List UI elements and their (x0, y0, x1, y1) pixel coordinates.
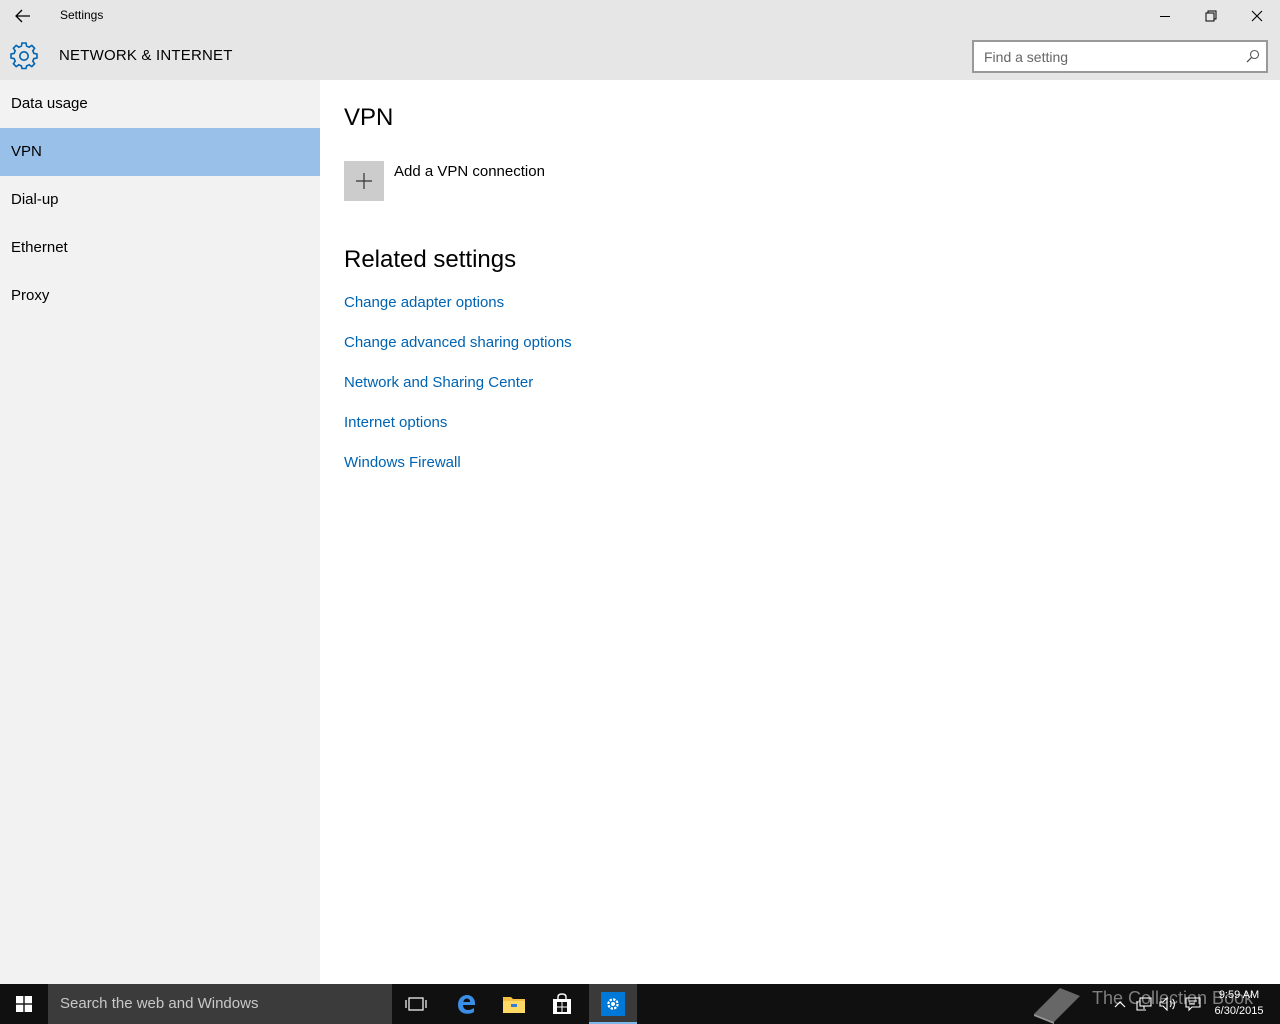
clock-date: 6/30/2015 (1214, 1005, 1264, 1017)
plus-icon (356, 173, 372, 189)
section-title-network: NETWORK & INTERNET (59, 47, 233, 64)
taskbar: Search the web and Windows The Collectio… (0, 984, 1280, 1024)
store-bag-icon (553, 993, 571, 1014)
related-settings-heading: Related settings (344, 246, 517, 273)
add-vpn-label: Add a VPN connection (394, 163, 545, 180)
network-icon (1136, 997, 1152, 1011)
taskbar-search-box[interactable]: Search the web and Windows (48, 984, 392, 1024)
find-setting-input[interactable] (974, 42, 1244, 71)
book-icon (1034, 988, 1080, 1024)
taskbar-clock[interactable]: 9:59 AM 6/30/2015 (1206, 987, 1272, 1019)
store-button[interactable] (538, 984, 586, 1024)
link-change-advanced-sharing-options[interactable]: Change advanced sharing options (344, 334, 572, 351)
edge-button[interactable] (442, 984, 490, 1024)
windows-logo-icon (16, 996, 32, 1012)
start-button[interactable] (0, 984, 48, 1024)
speaker-icon (1159, 997, 1175, 1011)
edge-icon (458, 995, 475, 1014)
task-view-button[interactable] (392, 984, 440, 1024)
file-explorer-button[interactable] (490, 984, 538, 1024)
action-center-button[interactable] (1181, 984, 1205, 1024)
sidebar-item-ethernet[interactable]: Ethernet (0, 224, 320, 272)
settings-app-tile (601, 992, 625, 1016)
restore-icon (1205, 10, 1217, 22)
link-internet-options[interactable]: Internet options (344, 414, 447, 431)
sidebar-item-data-usage[interactable]: Data usage (0, 80, 320, 128)
gear-icon (607, 998, 619, 1010)
volume-tray-button[interactable] (1156, 984, 1180, 1024)
folder-icon (503, 997, 525, 1013)
sidebar-item-proxy[interactable]: Proxy (0, 272, 320, 320)
settings-header: NETWORK & INTERNET (0, 32, 1280, 80)
back-button[interactable] (0, 0, 46, 32)
main-content: VPN Add a VPN connection Related setting… (320, 80, 1280, 984)
link-change-adapter-options[interactable]: Change adapter options (344, 294, 504, 311)
add-tile[interactable] (344, 161, 384, 201)
sidebar-nav: Data usage VPN Dial-up Ethernet Proxy (0, 80, 320, 984)
chevron-up-icon (1114, 1001, 1126, 1008)
search-box[interactable] (972, 40, 1268, 73)
notification-icon (1185, 996, 1201, 1011)
link-windows-firewall[interactable]: Windows Firewall (344, 454, 461, 471)
close-icon (1251, 10, 1263, 22)
add-vpn-connection-button[interactable]: Add a VPN connection (344, 161, 604, 201)
gear-icon (10, 42, 38, 70)
sidebar-item-vpn[interactable]: VPN (0, 128, 320, 176)
settings-taskbar-button[interactable] (589, 984, 637, 1024)
network-tray-button[interactable] (1132, 984, 1156, 1024)
window-title: Settings (60, 8, 104, 22)
search-icon[interactable] (1246, 49, 1260, 63)
clock-time: 9:59 AM (1218, 989, 1260, 1001)
page-title: VPN (344, 104, 394, 131)
link-network-and-sharing-center[interactable]: Network and Sharing Center (344, 374, 533, 391)
close-button[interactable] (1234, 0, 1280, 32)
show-hidden-icons-button[interactable] (1108, 984, 1132, 1024)
title-bar: Settings (0, 0, 1280, 32)
minimize-button[interactable] (1142, 0, 1188, 32)
restore-button[interactable] (1188, 0, 1234, 32)
sidebar-item-dial-up[interactable]: Dial-up (0, 176, 320, 224)
task-view-icon (405, 997, 427, 1011)
minimize-icon (1160, 16, 1170, 17)
back-arrow-icon (15, 9, 30, 23)
